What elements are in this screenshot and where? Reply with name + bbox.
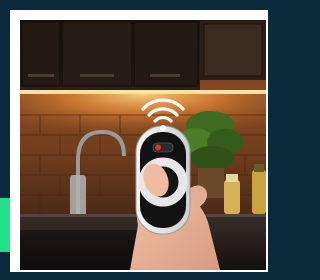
led-strip: [20, 90, 266, 94]
power-button: [155, 144, 161, 151]
product-photo: O/C: [20, 20, 266, 270]
upper-cabinets: [20, 20, 266, 90]
remote-control: O/C: [135, 125, 191, 235]
photo-illustration: O/C: [20, 20, 266, 270]
